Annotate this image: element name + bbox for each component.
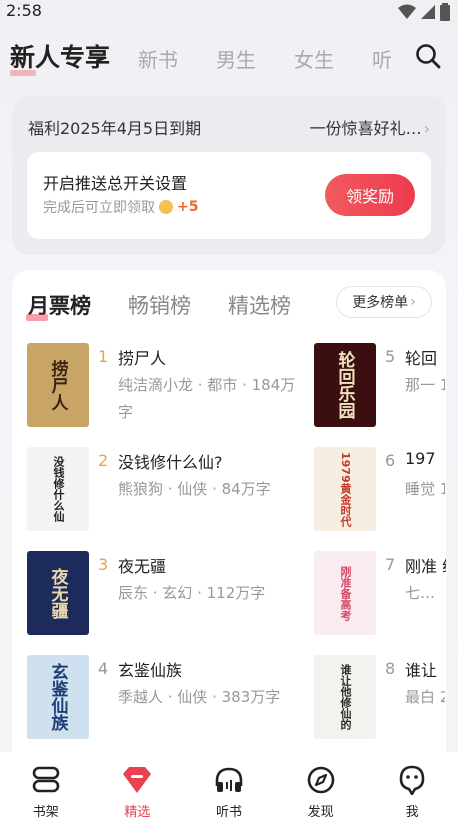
rank-number: 8 (385, 659, 396, 678)
wifi-icon (398, 4, 416, 19)
push-reward: +5 (177, 199, 199, 215)
compass-icon (305, 764, 337, 795)
nav-featured[interactable]: 精选 (92, 752, 184, 820)
book-cover-title: 夜无疆 (47, 567, 68, 619)
nav-bookshelf[interactable]: 书架 (0, 752, 92, 820)
book-title[interactable]: 夜无疆 (118, 553, 166, 577)
book-meta: 熊狼狗 · 仙侠 · 84万字 (118, 480, 271, 498)
book-cover[interactable]: 1979黄金时代 (314, 447, 376, 531)
book-cover[interactable]: 捞尸人 (27, 343, 89, 427)
signal-icon (421, 5, 435, 19)
coin-icon (159, 200, 173, 214)
bookshelf-icon (30, 764, 62, 795)
tab-male[interactable]: 男生 (216, 44, 256, 73)
featured-gem-icon (121, 764, 153, 795)
more-rankings-button[interactable]: 更多榜单 › (336, 286, 432, 318)
book-item[interactable]: 玄鉴仙族 4 玄鉴仙族 季越人 · 仙侠 · 383万字 (27, 655, 313, 739)
book-cover[interactable]: 玄鉴仙族 (27, 655, 89, 739)
book-meta: 季越人 · 仙侠 · 383万字 (118, 688, 281, 706)
push-title: 开启推送总开关设置 (43, 174, 188, 193)
book-title[interactable]: 谁让 (405, 657, 437, 681)
status-time: 2:58 (6, 1, 42, 20)
chevron-right-icon: › (423, 119, 430, 138)
book-title[interactable]: 捞尸人 (118, 345, 166, 369)
nav-featured-label: 精选 (124, 805, 151, 820)
book-cover-title: 没钱修什么仙 (52, 456, 65, 522)
book-cover-title: 谁让他修仙的 (339, 664, 352, 730)
book-title[interactable]: 197 (405, 449, 436, 468)
welfare-gift-text: 一份惊喜好礼… (309, 119, 422, 138)
nav-bookshelf-label: 书架 (32, 805, 59, 820)
more-rankings-label: 更多榜单 (352, 295, 409, 311)
book-meta: 睡觉 197 (405, 480, 445, 498)
nav-me[interactable]: 我 (366, 752, 458, 820)
book-cover[interactable]: 夜无疆 (27, 551, 89, 635)
rank-number: 4 (98, 659, 109, 678)
book-item[interactable]: 捞尸人 1 捞尸人 纯洁滴小龙 · 都市 · 184万字 (27, 343, 313, 427)
book-meta: 辰东 · 玄幻 · 112万字 (118, 584, 266, 602)
tab-female[interactable]: 女生 (294, 44, 334, 73)
rank-number: 5 (385, 347, 396, 366)
rank-number: 2 (98, 451, 109, 470)
headphones-icon (213, 764, 245, 795)
ranking-card: 月票榜 畅销榜 精选榜 更多榜单 › 捞尸人 1 捞尸人 纯洁滴小龙 · 都市 · 1… (12, 270, 446, 770)
book-title[interactable]: 玄鉴仙族 (118, 657, 182, 681)
status-bar: 2:58 (0, 0, 458, 26)
welfare-card: 福利2025年4月5日到期 一份惊喜好礼… › 开启推送总开关设置 完成后可立即领… (12, 95, 446, 255)
book-item[interactable]: 轮回乐园 5 轮回那一 144 (314, 343, 446, 427)
book-item[interactable]: 夜无疆 3 夜无疆 辰东 · 玄幻 · 112万字 (27, 551, 313, 635)
nav-discover-label: 发现 (307, 805, 334, 820)
nav-audiobook-label: 听书 (215, 805, 242, 820)
book-meta: 纯洁滴小龙 · 都市 · 184万字 (118, 376, 296, 421)
book-item[interactable]: 刚准备高考 7 刚准 统来七… (314, 551, 446, 635)
welfare-expire-text: 福利2025年4月5日到期 (28, 119, 202, 138)
book-cover[interactable]: 谁让他修仙的 (314, 655, 376, 739)
top-tabs: 新人专享 新书 男生 女生 听 (0, 38, 458, 78)
push-subtitle-row: 完成后可立即领取 +5 (43, 197, 198, 217)
tab-selected[interactable]: 精选榜 (228, 290, 291, 320)
claim-reward-button[interactable]: 领奖励 (325, 174, 415, 216)
nav-audiobook[interactable]: 听书 (183, 752, 275, 820)
book-cover-title: 轮回乐园 (334, 351, 355, 419)
nav-me-label: 我 (405, 805, 419, 820)
book-item[interactable]: 谁让他修仙的 8 谁让最白 292 (314, 655, 446, 739)
tab-listen[interactable]: 听 (372, 44, 392, 73)
push-setting-box: 开启推送总开关设置 完成后可立即领取 +5 领奖励 (27, 152, 431, 239)
book-meta: 那一 144 (405, 376, 445, 394)
rank-number: 7 (385, 555, 396, 574)
push-subtitle: 完成后可立即领取 (43, 200, 155, 216)
user-face-icon (396, 764, 428, 795)
battery-icon (440, 3, 450, 21)
book-cover-title: 捞尸人 (47, 359, 68, 411)
book-cover-title: 玄鉴仙族 (47, 663, 68, 731)
tab-bestseller[interactable]: 畅销榜 (128, 290, 191, 320)
tab-new-books[interactable]: 新书 (138, 44, 178, 73)
rank-number: 1 (98, 347, 109, 366)
book-meta: 最白 292 (405, 688, 445, 706)
book-cover[interactable]: 轮回乐园 (314, 343, 376, 427)
rank-number: 6 (385, 451, 396, 470)
book-cover[interactable]: 刚准备高考 (314, 551, 376, 635)
book-cover-title: 刚准备高考 (339, 565, 352, 621)
book-meta: 七… (405, 584, 436, 602)
book-item[interactable]: 1979黄金时代 6 197 睡觉 197 (314, 447, 446, 531)
book-title[interactable]: 轮回 (405, 345, 437, 369)
bottom-nav: 书架 精选 听书 发现 我 (0, 752, 458, 820)
book-item[interactable]: 没钱修什么仙 2 没钱修什么仙? 熊狼狗 · 仙侠 · 84万字 (27, 447, 313, 531)
search-icon[interactable] (414, 42, 442, 70)
book-title[interactable]: 没钱修什么仙? (118, 449, 223, 473)
tab-monthly-ticket[interactable]: 月票榜 (26, 290, 91, 321)
book-cover-title: 1979黄金时代 (339, 451, 352, 527)
book-cover[interactable]: 没钱修什么仙 (27, 447, 89, 531)
welfare-gift-link[interactable]: 一份惊喜好礼… › (310, 115, 430, 139)
rank-number: 3 (98, 555, 109, 574)
chevron-right-icon: › (410, 294, 416, 310)
status-icons (398, 3, 450, 21)
nav-discover[interactable]: 发现 (275, 752, 367, 820)
tab-newcomer[interactable]: 新人专享 (10, 38, 110, 76)
book-title[interactable]: 刚准 统来 (405, 553, 446, 577)
